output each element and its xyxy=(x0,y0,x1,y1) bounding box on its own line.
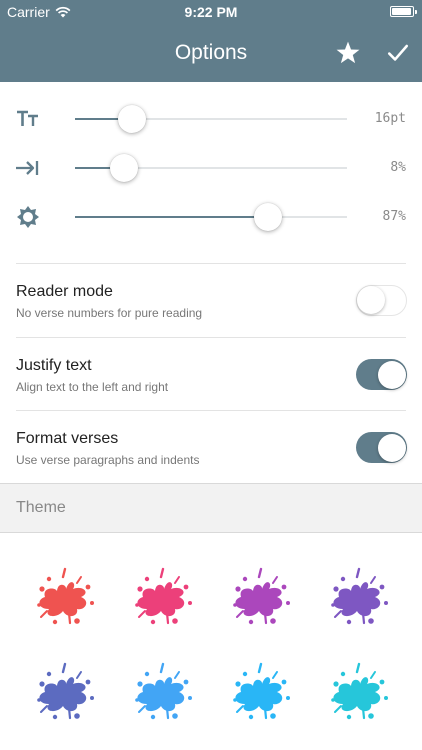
font-size-slider-row: 16pt xyxy=(0,99,422,139)
reader-mode-subtitle: No verse numbers for pure reading xyxy=(16,306,203,320)
switch-knob xyxy=(357,286,385,314)
reader-mode-row: Reader mode No verse numbers for pure re… xyxy=(0,264,422,337)
reader-mode-label: Reader mode xyxy=(16,283,113,300)
format-verses-switch[interactable] xyxy=(356,432,407,463)
brightness-value: 87% xyxy=(382,209,406,224)
theme-color-swatch[interactable] xyxy=(226,565,296,629)
indent-icon xyxy=(16,161,39,175)
theme-color-swatch[interactable] xyxy=(30,565,100,629)
theme-section-header: Theme xyxy=(0,483,422,533)
justify-text-label: Justify text xyxy=(16,357,92,374)
star-icon[interactable] xyxy=(334,39,362,67)
theme-color-swatch[interactable] xyxy=(128,660,198,724)
format-verses-label: Format verses xyxy=(16,430,119,447)
indent-slider-row: 8% xyxy=(0,148,422,188)
font-size-value: 16pt xyxy=(374,111,406,126)
theme-color-swatch[interactable] xyxy=(226,660,296,724)
theme-color-swatch[interactable] xyxy=(128,565,198,629)
font-size-slider[interactable] xyxy=(75,105,347,133)
battery-icon xyxy=(390,6,417,17)
switch-knob xyxy=(377,433,406,462)
brightness-slider[interactable] xyxy=(75,203,347,231)
theme-color-swatch[interactable] xyxy=(324,660,394,724)
brightness-icon xyxy=(17,206,39,228)
status-bar: Carrier 9:22 PM xyxy=(0,0,422,25)
format-verses-row: Format verses Use verse paragraphs and i… xyxy=(0,411,422,484)
justify-text-switch[interactable] xyxy=(356,359,407,390)
theme-header-label: Theme xyxy=(16,499,66,516)
indent-value: 8% xyxy=(390,160,406,175)
brightness-slider-fill xyxy=(75,216,269,218)
nav-bar: Options xyxy=(0,25,422,82)
reader-mode-switch[interactable] xyxy=(356,285,407,316)
justify-text-row: Justify text Align text to the left and … xyxy=(0,338,422,411)
switch-knob xyxy=(377,360,406,389)
indent-slider[interactable] xyxy=(75,154,347,182)
theme-color-swatch[interactable] xyxy=(30,660,100,724)
font-size-slider-thumb[interactable] xyxy=(118,105,147,133)
format-verses-subtitle: Use verse paragraphs and indents xyxy=(16,453,200,467)
battery-level xyxy=(392,8,411,15)
checkmark-icon[interactable] xyxy=(384,39,412,67)
indent-slider-thumb[interactable] xyxy=(109,154,138,182)
text-size-icon xyxy=(17,110,38,126)
theme-color-swatch[interactable] xyxy=(324,565,394,629)
brightness-slider-row: 87% xyxy=(0,197,422,237)
justify-text-subtitle: Align text to the left and right xyxy=(16,380,169,394)
status-time: 9:22 PM xyxy=(184,4,238,20)
brightness-slider-thumb[interactable] xyxy=(254,203,283,231)
